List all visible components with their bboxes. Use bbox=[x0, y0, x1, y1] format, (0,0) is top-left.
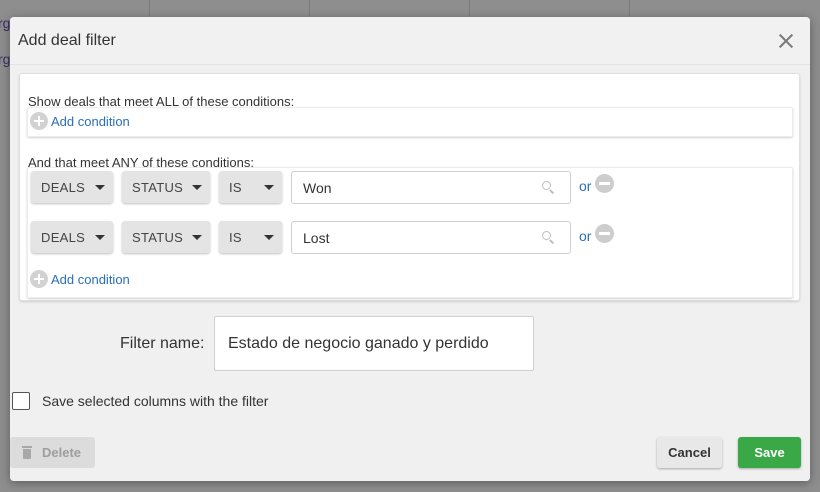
add-condition-any-button[interactable]: Add condition bbox=[30, 269, 130, 289]
background-row-text: rg bbox=[0, 51, 11, 67]
add-condition-label: Add condition bbox=[51, 113, 130, 129]
plus-circle-icon bbox=[30, 270, 48, 288]
save-button[interactable]: Save bbox=[738, 437, 801, 468]
caret-down-icon bbox=[192, 185, 202, 190]
dialog-title: Add deal filter bbox=[18, 32, 116, 49]
condition-value-input[interactable]: Won bbox=[291, 171, 571, 204]
caret-down-icon bbox=[264, 185, 274, 190]
background-row-text: rg bbox=[0, 15, 11, 31]
any-conditions-box: DEALS STATUS IS Won or DEALS STATUS IS L… bbox=[27, 167, 793, 298]
filter-name-label: Filter name: bbox=[120, 335, 205, 352]
field-select[interactable]: STATUS bbox=[122, 171, 210, 203]
filter-name-value: Estado de negocio ganado y perdido bbox=[228, 334, 489, 352]
or-link[interactable]: or bbox=[579, 178, 591, 194]
remove-condition-icon[interactable] bbox=[595, 174, 614, 193]
dialog-footer: Delete Cancel Save bbox=[10, 423, 810, 481]
entity-select-value: DEALS bbox=[41, 179, 86, 195]
filter-name-input[interactable]: Estado de negocio ganado y perdido bbox=[214, 316, 534, 371]
condition-value-text: Won bbox=[303, 179, 332, 196]
save-columns-checkbox[interactable] bbox=[12, 392, 30, 410]
operator-select[interactable]: IS bbox=[219, 171, 282, 203]
dialog-header: Add deal filter bbox=[10, 17, 810, 65]
cancel-button[interactable]: Cancel bbox=[657, 437, 722, 468]
background-grid-line bbox=[309, 0, 310, 16]
remove-condition-icon[interactable] bbox=[595, 224, 614, 243]
add-condition-label: Add condition bbox=[51, 271, 130, 287]
entity-select[interactable]: DEALS bbox=[31, 221, 113, 253]
dialog-body: Show deals that meet ALL of these condit… bbox=[10, 65, 810, 423]
plus-circle-icon bbox=[30, 112, 48, 130]
delete-button[interactable]: Delete bbox=[10, 437, 95, 468]
cancel-label: Cancel bbox=[668, 445, 711, 460]
operator-select-value: IS bbox=[229, 179, 242, 195]
save-label: Save bbox=[754, 445, 785, 460]
trash-icon bbox=[22, 446, 32, 459]
add-deal-filter-dialog: Add deal filter Show deals that meet ALL… bbox=[10, 17, 810, 481]
background-grid-line bbox=[149, 0, 150, 16]
close-icon[interactable] bbox=[776, 31, 796, 51]
delete-label: Delete bbox=[41, 445, 82, 460]
all-conditions-box: Add condition bbox=[27, 107, 793, 137]
caret-down-icon bbox=[95, 185, 105, 190]
caret-down-icon bbox=[264, 235, 274, 240]
search-icon bbox=[542, 231, 554, 243]
conditions-panel: Show deals that meet ALL of these condit… bbox=[19, 73, 800, 301]
condition-value-text: Lost bbox=[303, 229, 330, 246]
operator-select-value: IS bbox=[229, 229, 242, 245]
save-columns-option[interactable]: Save selected columns with the filter bbox=[12, 392, 268, 410]
caret-down-icon bbox=[95, 235, 105, 240]
background-grid-line bbox=[629, 0, 630, 16]
field-select[interactable]: STATUS bbox=[122, 221, 210, 253]
or-link[interactable]: or bbox=[579, 228, 591, 244]
field-select-value: STATUS bbox=[132, 229, 184, 245]
field-select-value: STATUS bbox=[132, 179, 184, 195]
add-condition-all-button[interactable]: Add condition bbox=[30, 111, 130, 131]
entity-select-value: DEALS bbox=[41, 229, 86, 245]
background-grid-line bbox=[469, 0, 470, 16]
save-columns-label: Save selected columns with the filter bbox=[42, 393, 269, 409]
search-icon bbox=[542, 181, 554, 193]
caret-down-icon bbox=[192, 235, 202, 240]
entity-select[interactable]: DEALS bbox=[31, 171, 113, 203]
operator-select[interactable]: IS bbox=[219, 221, 282, 253]
condition-value-input[interactable]: Lost bbox=[291, 221, 571, 254]
